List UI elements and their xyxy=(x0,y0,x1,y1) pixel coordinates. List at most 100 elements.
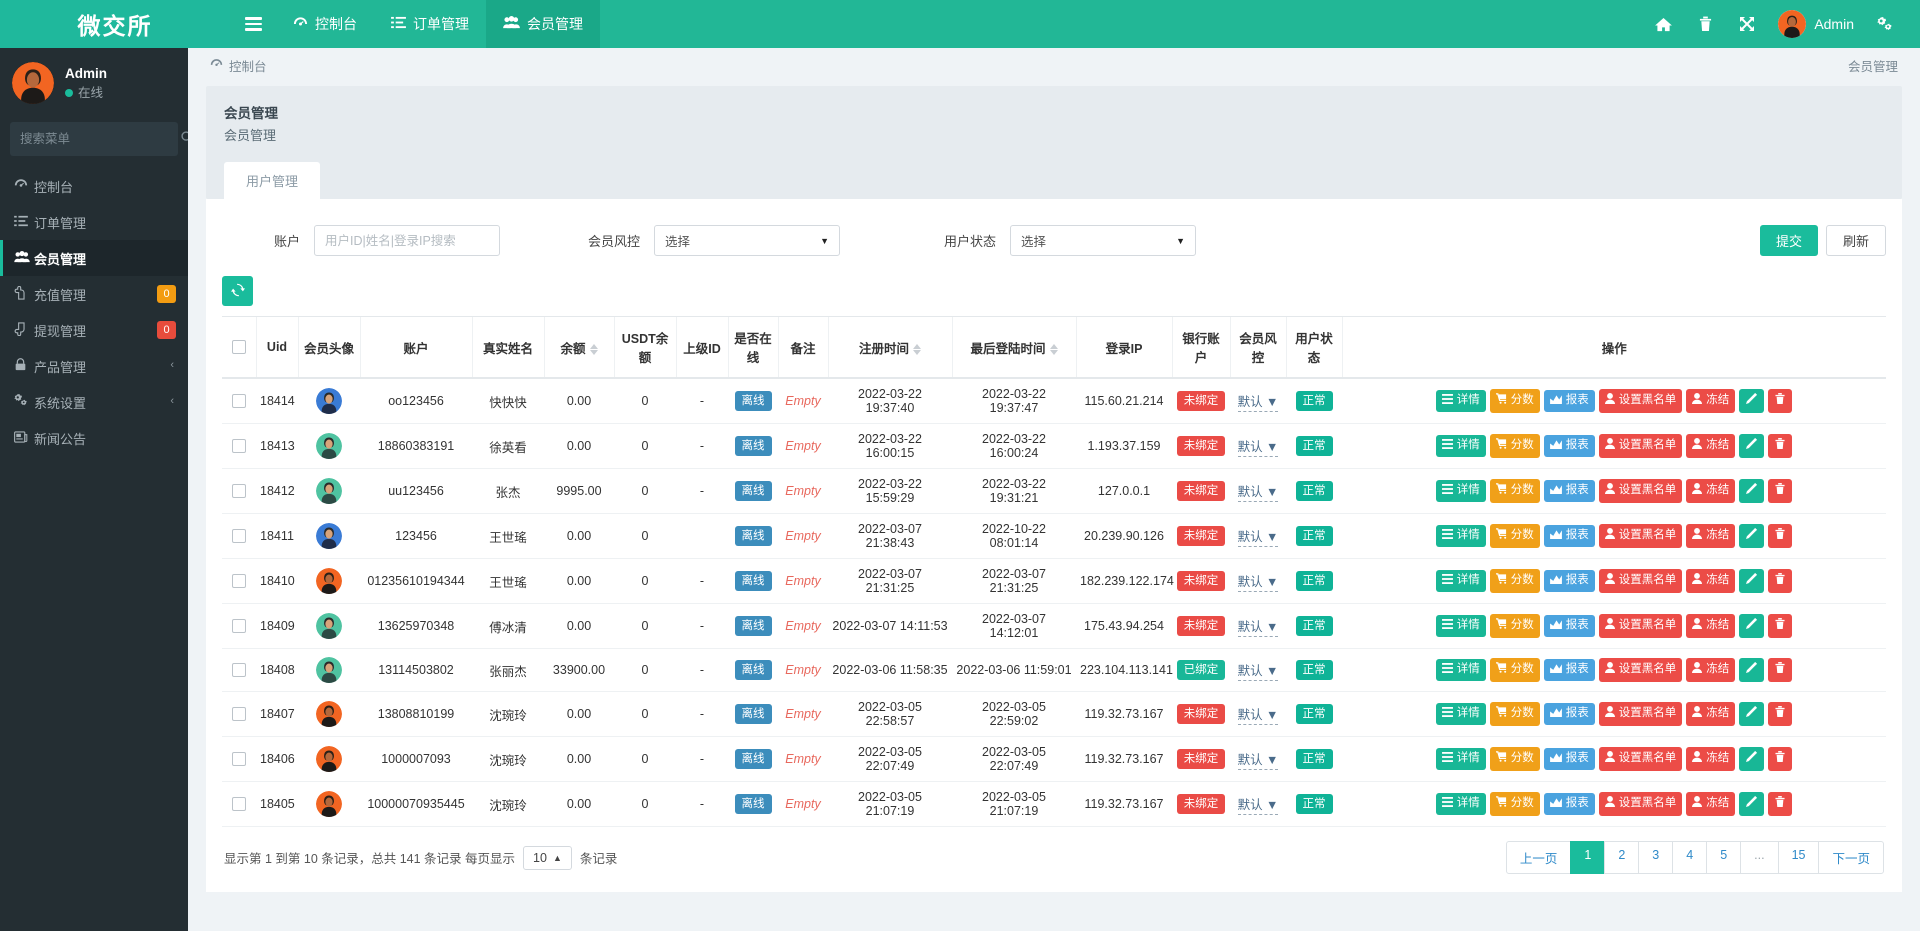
status-select[interactable]: 选择 ▼ xyxy=(1010,225,1196,256)
action-cart-button[interactable]: 分数 xyxy=(1490,524,1540,548)
table-row[interactable]: 18412uu123456张杰9995.000-离线Empty2022-03-2… xyxy=(222,469,1886,514)
th-last-login[interactable]: 最后登陆时间 xyxy=(952,317,1076,379)
action-detail-button[interactable]: 详情 xyxy=(1436,435,1486,458)
sort-icon[interactable] xyxy=(1050,344,1058,355)
th-uid[interactable]: Uid xyxy=(256,317,298,379)
sidebar-item-news[interactable]: 新闻公告 xyxy=(0,420,188,456)
action-pencil-button[interactable] xyxy=(1739,524,1764,548)
note-empty-link[interactable]: Empty xyxy=(785,752,820,766)
page-button[interactable]: 4 xyxy=(1672,841,1707,874)
risk-dropdown[interactable]: 默认 ▼ xyxy=(1238,704,1279,725)
row-checkbox[interactable] xyxy=(232,439,246,453)
action-trash-button[interactable] xyxy=(1768,569,1792,593)
action-user-button[interactable]: 冻结 xyxy=(1686,479,1735,503)
account-search-input[interactable] xyxy=(314,225,500,256)
hamburger-icon[interactable] xyxy=(230,0,276,48)
risk-dropdown[interactable]: 默认 ▼ xyxy=(1238,436,1279,457)
table-row[interactable]: 1840713808810199沈琬玲0.000-离线Empty2022-03-… xyxy=(222,692,1886,737)
risk-dropdown[interactable]: 默认 ▼ xyxy=(1238,571,1279,592)
page-button[interactable]: 上一页 xyxy=(1506,841,1572,874)
action-cart-button[interactable]: 分数 xyxy=(1490,569,1540,593)
note-empty-link[interactable]: Empty xyxy=(785,529,820,543)
sidebar-search[interactable] xyxy=(10,122,178,156)
sidebar-item-products[interactable]: 产品管理 ‹ xyxy=(0,348,188,384)
row-checkbox[interactable] xyxy=(232,752,246,766)
search-input[interactable] xyxy=(20,132,181,146)
th-status[interactable]: 用户状态 xyxy=(1286,317,1342,379)
action-cart-button[interactable]: 分数 xyxy=(1490,389,1540,413)
table-row[interactable]: 18414oo123456快快快0.000-离线Empty2022-03-22 … xyxy=(222,378,1886,424)
action-trash-button[interactable] xyxy=(1768,658,1792,682)
action-cart-button[interactable]: 分数 xyxy=(1490,614,1540,638)
action-chart-button[interactable]: 报表 xyxy=(1544,793,1595,816)
page-button[interactable]: 15 xyxy=(1778,841,1820,874)
page-button[interactable]: 5 xyxy=(1706,841,1741,874)
row-checkbox[interactable] xyxy=(232,663,246,677)
action-detail-button[interactable]: 详情 xyxy=(1436,390,1486,413)
note-empty-link[interactable]: Empty xyxy=(785,484,820,498)
action-chart-button[interactable]: 报表 xyxy=(1544,390,1595,413)
th-note[interactable]: 备注 xyxy=(778,317,828,379)
action-detail-button[interactable]: 详情 xyxy=(1436,748,1486,771)
select-all-checkbox[interactable] xyxy=(232,340,246,354)
action-trash-button[interactable] xyxy=(1768,702,1792,726)
action-user-button[interactable]: 设置黑名单 xyxy=(1599,389,1683,413)
sort-icon[interactable] xyxy=(913,344,921,355)
reload-table-button[interactable] xyxy=(222,276,253,306)
risk-dropdown[interactable]: 默认 ▼ xyxy=(1238,391,1279,412)
th-balance[interactable]: 余额 xyxy=(544,317,614,379)
action-chart-button[interactable]: 报表 xyxy=(1544,525,1595,548)
action-pencil-button[interactable] xyxy=(1739,389,1764,413)
th-risk[interactable]: 会员风控 xyxy=(1230,317,1286,379)
action-user-button[interactable]: 设置黑名单 xyxy=(1599,792,1683,816)
action-chart-button[interactable]: 报表 xyxy=(1544,570,1595,593)
action-pencil-button[interactable] xyxy=(1739,569,1764,593)
th-usdt[interactable]: USDT余额 xyxy=(614,317,676,379)
row-checkbox[interactable] xyxy=(232,529,246,543)
action-cart-button[interactable]: 分数 xyxy=(1490,792,1540,816)
action-pencil-button[interactable] xyxy=(1739,658,1764,682)
topnav-item-dashboard[interactable]: 控制台 xyxy=(276,0,374,48)
table-row[interactable]: 184061000007093沈琬玲0.000-离线Empty2022-03-0… xyxy=(222,737,1886,782)
row-checkbox[interactable] xyxy=(232,619,246,633)
table-row[interactable]: 1840913625970348傅冰清0.000-离线Empty2022-03-… xyxy=(222,604,1886,649)
table-row[interactable]: 1840813114503802张丽杰33900.000-离线Empty2022… xyxy=(222,649,1886,692)
action-pencil-button[interactable] xyxy=(1739,702,1764,726)
action-user-button[interactable]: 冻结 xyxy=(1686,569,1735,593)
page-button[interactable]: 3 xyxy=(1638,841,1673,874)
action-user-button[interactable]: 设置黑名单 xyxy=(1599,569,1683,593)
page-size-select[interactable]: 10 ▲ xyxy=(523,846,572,870)
action-chart-button[interactable]: 报表 xyxy=(1544,748,1595,771)
action-user-button[interactable]: 设置黑名单 xyxy=(1599,479,1683,503)
row-checkbox[interactable] xyxy=(232,797,246,811)
action-trash-button[interactable] xyxy=(1768,524,1792,548)
action-cart-button[interactable]: 分数 xyxy=(1490,747,1540,771)
action-user-button[interactable]: 冻结 xyxy=(1686,747,1735,771)
action-trash-button[interactable] xyxy=(1768,792,1792,816)
sidebar-item-dashboard[interactable]: 控制台 xyxy=(0,168,188,204)
breadcrumb-left[interactable]: 控制台 xyxy=(210,56,267,75)
action-detail-button[interactable]: 详情 xyxy=(1436,703,1486,726)
action-trash-button[interactable] xyxy=(1768,389,1792,413)
th-online[interactable]: 是否在线 xyxy=(728,317,778,379)
sidebar-item-recharge[interactable]: 充值管理 0 xyxy=(0,276,188,312)
action-detail-button[interactable]: 详情 xyxy=(1436,525,1486,548)
sidebar-item-withdraw[interactable]: 提现管理 0 xyxy=(0,312,188,348)
table-row[interactable]: 18411123456王世瑤0.000离线Empty2022-03-07 21:… xyxy=(222,514,1886,559)
table-row[interactable]: 1841318860383191徐英看0.000-离线Empty2022-03-… xyxy=(222,424,1886,469)
risk-dropdown[interactable]: 默认 ▼ xyxy=(1238,481,1279,502)
row-checkbox[interactable] xyxy=(232,574,246,588)
note-empty-link[interactable]: Empty xyxy=(785,707,820,721)
action-detail-button[interactable]: 详情 xyxy=(1436,615,1486,638)
home-icon[interactable] xyxy=(1642,0,1684,48)
action-chart-button[interactable]: 报表 xyxy=(1544,703,1595,726)
action-detail-button[interactable]: 详情 xyxy=(1436,570,1486,593)
note-empty-link[interactable]: Empty xyxy=(785,394,820,408)
action-trash-button[interactable] xyxy=(1768,479,1792,503)
action-pencil-button[interactable] xyxy=(1739,434,1764,458)
th-bank[interactable]: 银行账户 xyxy=(1172,317,1230,379)
row-checkbox[interactable] xyxy=(232,484,246,498)
note-empty-link[interactable]: Empty xyxy=(785,619,820,633)
risk-dropdown[interactable]: 默认 ▼ xyxy=(1238,616,1279,637)
action-cart-button[interactable]: 分数 xyxy=(1490,479,1540,503)
